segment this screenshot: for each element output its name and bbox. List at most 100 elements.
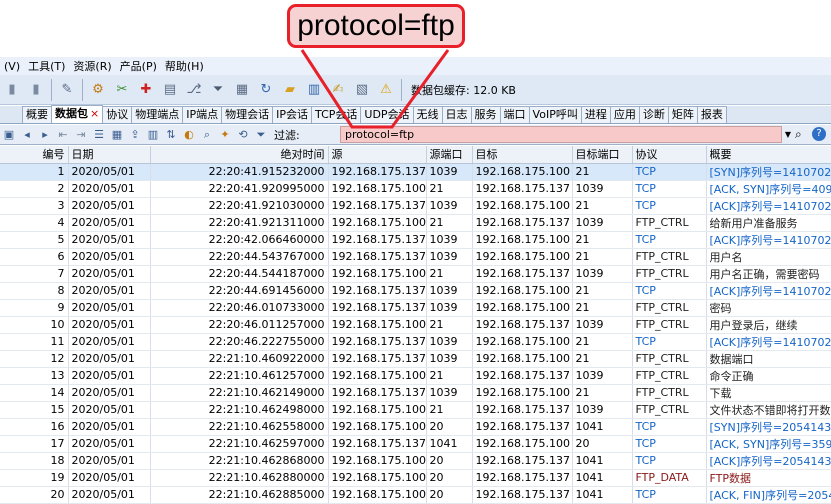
columns-icon[interactable]: ▥	[145, 127, 161, 143]
table-row[interactable]: 9 2020/05/01 22:20:46.010733000 192.168.175…	[0, 299, 831, 317]
settings-icon[interactable]: ⚙	[87, 79, 109, 101]
last-icon[interactable]: ⇥	[73, 127, 89, 143]
tab-4[interactable]: IP端点	[182, 106, 223, 123]
table-row[interactable]: 20 2020/05/01 22:21:10.462885000 192.168.17…	[0, 486, 831, 504]
tab-6[interactable]: IP会话	[272, 106, 312, 123]
forward-arrow-icon[interactable]: ▸	[37, 127, 53, 143]
filter-icon[interactable]: ⏷	[207, 79, 229, 101]
tab-15[interactable]: 应用	[609, 106, 640, 123]
tab-5[interactable]: 物理会话	[221, 106, 274, 123]
chevron-down-icon[interactable]: ▼	[783, 127, 793, 142]
cell-summary: [SYN]序列号=1410702173,确认号=0,窗	[706, 163, 831, 181]
column-header-summary[interactable]: 概要	[706, 146, 831, 164]
tab-3[interactable]: 物理端点	[131, 106, 184, 123]
cell-time: 22:20:41.921030000	[150, 197, 329, 215]
file-icon[interactable]: ▦	[231, 79, 253, 101]
export-icon[interactable]: ⇪	[127, 127, 143, 143]
tab-2[interactable]: 协议	[102, 106, 133, 123]
tab-9[interactable]: 无线	[412, 106, 443, 123]
table-row[interactable]: 18 2020/05/01 22:21:10.462868000 192.168.17…	[0, 452, 831, 470]
column-header-time[interactable]: 绝对时间	[150, 146, 329, 164]
tab-label: 概要	[26, 108, 48, 121]
tab-14[interactable]: 进程	[580, 106, 611, 123]
tab-17[interactable]: 矩阵	[667, 106, 698, 123]
table-row[interactable]: 5 2020/05/01 22:20:42.066460000 192.168.175…	[0, 231, 831, 249]
cell-summary: 命令正确	[706, 367, 831, 385]
column-header-destination[interactable]: 目标	[472, 146, 573, 164]
back-arrow-icon[interactable]: ◂	[19, 127, 35, 143]
table-row[interactable]: 19 2020/05/01 22:21:10.462880000 192.168.17…	[0, 469, 831, 487]
table-row[interactable]: 11 2020/05/01 22:20:46.222755000 192.168.17…	[0, 333, 831, 351]
table-row[interactable]: 2 2020/05/01 22:20:41.920995000 192.168.175…	[0, 180, 831, 198]
tab-8[interactable]: UDP会话	[360, 106, 414, 123]
cell-number: 9	[0, 299, 69, 317]
cell-source-port: 1039	[426, 248, 473, 266]
tab-0[interactable]: 概要	[22, 106, 52, 123]
tab-11[interactable]: 服务	[470, 106, 501, 123]
table-row[interactable]: 10 2020/05/01 22:20:46.011257000 192.168.17…	[0, 316, 831, 334]
note-icon[interactable]: ✍	[327, 79, 349, 101]
table-row[interactable]: 4 2020/05/01 22:20:41.921311000 192.168.175…	[0, 214, 831, 232]
table-row[interactable]: 14 2020/05/01 22:21:10.462149000 192.168.17…	[0, 384, 831, 402]
tools-icon[interactable]: ✂	[111, 79, 133, 101]
doc-icon[interactable]: ▤	[159, 79, 181, 101]
filter-input[interactable]: protocol=ftp	[340, 126, 782, 143]
refresh-icon[interactable]: ⟲	[235, 127, 251, 143]
list-view-icon[interactable]: ☰	[91, 127, 107, 143]
tab-16[interactable]: 诊断	[638, 106, 669, 123]
table-row[interactable]: 17 2020/05/01 22:21:10.462597000 192.168.17…	[0, 435, 831, 453]
bookmark-icon[interactable]: ✦	[217, 127, 233, 143]
cell-destination-port: 1039	[572, 180, 633, 198]
column-header-destination-port[interactable]: 目标端口	[572, 146, 633, 164]
column-header-source[interactable]: 源	[328, 146, 427, 164]
cell-protocol: FTP_DATA	[632, 469, 707, 487]
menu-item[interactable]: (V)	[0, 60, 24, 73]
save-icon[interactable]: ▣	[1, 127, 17, 143]
grid-view-icon[interactable]: ▦	[109, 127, 125, 143]
table-row[interactable]: 13 2020/05/01 22:21:10.461257000 192.168.17…	[0, 367, 831, 385]
table-row[interactable]: 16 2020/05/01 22:21:10.462558000 192.168.17…	[0, 418, 831, 436]
filter-toggle-icon[interactable]: ⏷	[253, 127, 269, 143]
cell-number: 4	[0, 214, 69, 232]
table-row[interactable]: 7 2020/05/01 22:20:44.544187000 192.168.175…	[0, 265, 831, 283]
tab-18[interactable]: 报表	[696, 106, 727, 123]
close-icon[interactable]: ×	[90, 107, 99, 120]
search-icon[interactable]: ⌕	[795, 127, 802, 142]
color-icon[interactable]: ◐	[181, 127, 197, 143]
table-row[interactable]: 3 2020/05/01 22:20:41.921030000 192.168.175…	[0, 197, 831, 215]
add-icon[interactable]: ✚	[135, 79, 157, 101]
tab-1[interactable]: 数据包 ×	[51, 105, 104, 123]
table-row[interactable]: 8 2020/05/01 22:20:44.691456000 192.168.175…	[0, 282, 831, 300]
table-row[interactable]: 15 2020/05/01 22:21:10.462498000 192.168.17…	[0, 401, 831, 419]
replay-icon[interactable]: ↻	[255, 79, 277, 101]
chart-icon[interactable]: ▥	[303, 79, 325, 101]
pane-icon[interactable]: ▮	[1, 79, 23, 101]
report-icon[interactable]: ▧	[351, 79, 373, 101]
menu-item[interactable]: 资源(R)	[69, 58, 115, 74]
pane-icon[interactable]: ▮	[25, 79, 47, 101]
tab-13[interactable]: VoIP呼叫	[528, 106, 582, 123]
menu-item[interactable]: 工具(T)	[24, 58, 69, 74]
table-row[interactable]: 6 2020/05/01 22:20:44.543767000 192.168.175…	[0, 248, 831, 266]
warning-icon[interactable]: ⚠	[375, 79, 397, 101]
menu-item[interactable]: 产品(P)	[116, 58, 161, 74]
table-row[interactable]: 1 2020/05/01 22:20:41.915232000 192.168.175…	[0, 163, 831, 181]
tab-10[interactable]: 日志	[441, 106, 472, 123]
find-icon[interactable]: ⌕	[199, 127, 215, 143]
column-header-date[interactable]: 日期	[68, 146, 151, 164]
first-icon[interactable]: ⇤	[55, 127, 71, 143]
folder-icon[interactable]: ▰	[279, 79, 301, 101]
cell-number: 10	[0, 316, 69, 334]
column-header-number[interactable]: 编号	[0, 146, 69, 164]
column-header-source-port[interactable]: 源端口	[426, 146, 473, 164]
tab-7[interactable]: TCP会话	[311, 106, 362, 123]
help-icon[interactable]: ?	[812, 127, 826, 141]
column-header-protocol[interactable]: 协议	[632, 146, 707, 164]
edit-icon[interactable]: ✎	[56, 79, 78, 101]
sort-icon[interactable]: ⇅	[163, 127, 179, 143]
network-icon[interactable]: ⎇	[183, 79, 205, 101]
tab-12[interactable]: 端口	[499, 106, 530, 123]
table-row[interactable]: 12 2020/05/01 22:21:10.460922000 192.168.17…	[0, 350, 831, 368]
tab-label: TCP会话	[315, 108, 358, 121]
menu-item[interactable]: 帮助(H)	[161, 58, 208, 74]
